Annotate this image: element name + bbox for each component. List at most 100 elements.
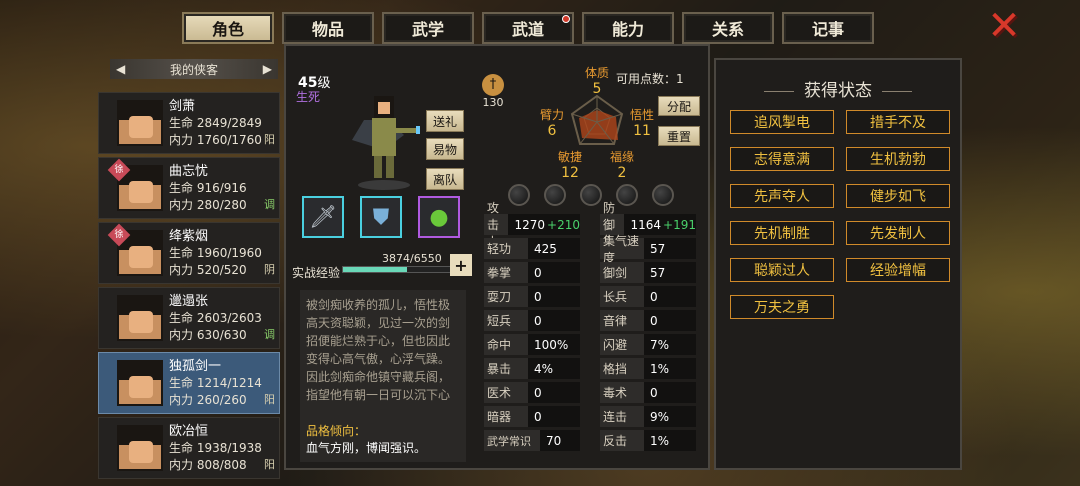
hero-item[interactable]: 邋遢张 生命 2603/2603 内力 630/630 调 — [98, 287, 280, 349]
stat-label: 医术 — [484, 382, 528, 403]
buff-item[interactable]: 先声夺人 — [730, 184, 834, 208]
tab-6[interactable]: 记事 — [782, 12, 874, 44]
orb-slot[interactable] — [544, 184, 566, 206]
hero-item[interactable]: 独孤剑一 生命 1214/1214 内力 260/260 阳 — [98, 352, 280, 414]
hero-hp: 生命 1214/1214 — [169, 375, 262, 390]
stat-label: 集气速度 — [600, 234, 644, 265]
trade-button[interactable]: 易物 — [426, 138, 464, 160]
buff-item[interactable]: 先机制胜 — [730, 221, 834, 245]
tab-bar: 角色 物品 武学 武道 能力 关系 记事 — [182, 12, 874, 44]
hero-mp: 内力 808/808 — [169, 457, 247, 472]
stat-value: 1% — [644, 358, 696, 379]
character-sprite — [352, 96, 420, 190]
status-title: 获得状态 — [716, 76, 960, 101]
tab-1[interactable]: 物品 — [282, 12, 374, 44]
hero-mp: 内力 280/280 — [169, 197, 247, 212]
armor-slot[interactable]: ⛊ — [360, 196, 402, 238]
buff-item[interactable]: 措手不及 — [846, 110, 950, 134]
roster-title: 我的侠客 — [169, 62, 218, 77]
stat-value: 0 — [528, 382, 580, 403]
tab-0[interactable]: 角色 — [182, 12, 274, 44]
orb-slot[interactable] — [580, 184, 602, 206]
stat-label: 命中 — [484, 334, 528, 355]
hero-name: 曲忘忧 — [169, 163, 209, 179]
buff-item[interactable]: 聪颖过人 — [730, 258, 834, 282]
buff-grid: 追风掣电 措手不及 志得意满 生机勃勃 先声夺人 健步如飞 先机制胜 先发制人 聪颖过人 经验增幅… — [730, 110, 950, 319]
roster-header: ◀ 我的侠客 ▶ — [110, 59, 278, 79]
close-icon[interactable]: ✕ — [984, 6, 1024, 46]
hero-item[interactable]: 绛紫烟 生命 1960/1960 内力 520/520 阴 徐 — [98, 222, 280, 284]
character-description: 被剑痴收养的孤儿，悟性极高天资聪颖，见过一次的剑招便能烂熟于心，但也因此变得心高… — [300, 290, 466, 420]
buff-item[interactable]: 经验增幅 — [846, 258, 950, 282]
exp-label: 实战经验 — [292, 266, 341, 280]
weapon-slot[interactable]: 🗡 — [302, 196, 344, 238]
stat-label: 耍刀 — [484, 286, 528, 307]
yinyang-badge: 调 — [264, 328, 275, 341]
stat-label: 音律 — [600, 310, 644, 331]
yinyang-badge: 阴 — [264, 263, 275, 276]
radar-label: 福缘 — [609, 150, 634, 164]
stat-value: 0 — [528, 262, 580, 283]
hero-list: 剑萧 生命 2849/2849 内力 1760/1760 阳曲忘忧 生命 916/916… — [98, 92, 280, 482]
stat-value: 57 — [644, 262, 696, 283]
stats-grid: 攻击力1270+210防御力1164+191轻功425集气速度57拳掌0御剑57… — [484, 201, 696, 451]
chevron-right-icon: ▶ — [262, 62, 272, 76]
buff-item[interactable]: 万夫之勇 — [730, 295, 834, 319]
tab-4[interactable]: 能力 — [582, 12, 674, 44]
stat-row: 暴击 4% — [484, 358, 580, 379]
stat-value: 0 — [528, 310, 580, 331]
hero-mp: 内力 260/260 — [169, 392, 247, 407]
hero-mp: 内力 1760/1760 — [169, 132, 262, 147]
avatar — [117, 295, 163, 341]
stat-label: 闪避 — [600, 334, 644, 355]
stat-value: 0 — [644, 286, 696, 307]
hero-item[interactable]: 欧冶恒 生命 1938/1938 内力 808/808 阳 — [98, 417, 280, 479]
tag-badge: 徐 — [107, 158, 131, 182]
buff-item[interactable]: 健步如飞 — [846, 184, 950, 208]
avatar — [117, 360, 163, 406]
notification-dot — [562, 15, 570, 23]
skill-orbs — [508, 184, 674, 206]
hero-name: 绛紫烟 — [169, 228, 209, 244]
stat-label: 反击 — [600, 430, 644, 451]
trait-box: 品格倾向： 血气方刚，博闻强识。 — [300, 420, 466, 462]
tab-label: 记事 — [811, 20, 844, 39]
buff-item[interactable]: 追风掣电 — [730, 110, 834, 134]
tab-label: 武学 — [411, 20, 444, 39]
orb-slot[interactable] — [508, 184, 530, 206]
tab-5[interactable]: 关系 — [682, 12, 774, 44]
reset-button[interactable]: 重置 — [658, 126, 700, 146]
stat-value: 4% — [528, 358, 580, 379]
accessory-slot[interactable]: ● — [418, 196, 460, 238]
stat-value: 0 — [644, 382, 696, 403]
stat-value: 100% — [528, 334, 580, 355]
hero-mp: 内力 520/520 — [169, 262, 247, 277]
allocate-button[interactable]: 分配 — [658, 96, 700, 116]
hero-item[interactable]: 剑萧 生命 2849/2849 内力 1760/1760 阳 — [98, 92, 280, 154]
stat-label: 御剑 — [600, 262, 644, 283]
gift-button[interactable]: 送礼 — [426, 110, 464, 132]
buff-item[interactable]: 生机勃勃 — [846, 147, 950, 171]
tab-2[interactable]: 武学 — [382, 12, 474, 44]
stat-row: 拳掌 0 — [484, 262, 580, 283]
stat-label: 武学常识 — [484, 430, 540, 451]
stat-row: 格挡 1% — [600, 358, 696, 379]
stat-label: 拳掌 — [484, 262, 528, 283]
hero-item[interactable]: 曲忘忧 生命 916/916 内力 280/280 调 徐 — [98, 157, 280, 219]
leave-button[interactable]: 离队 — [426, 168, 464, 190]
radar-label: 臂力 — [539, 108, 564, 122]
status-panel: 获得状态 追风掣电 措手不及 志得意满 生机勃勃 先声夺人 健步如飞 先机制胜 先发制人 聪颖过… — [714, 58, 962, 470]
radar-value: 2 — [617, 165, 627, 181]
buff-item[interactable]: 志得意满 — [730, 147, 834, 171]
orb-slot[interactable] — [652, 184, 674, 206]
tab-3[interactable]: 武道 — [482, 12, 574, 44]
buff-item[interactable]: 先发制人 — [846, 221, 950, 245]
stat-label: 暗器 — [484, 406, 528, 427]
stat-row: 毒术 0 — [600, 382, 696, 403]
hero-name: 剑萧 — [169, 98, 196, 114]
radar-label: 悟性 — [629, 108, 654, 122]
tab-label: 武道 — [511, 20, 544, 39]
stat-row: 短兵 0 — [484, 310, 580, 331]
stat-value: 70 — [540, 430, 580, 451]
add-exp-button[interactable]: + — [450, 254, 472, 276]
